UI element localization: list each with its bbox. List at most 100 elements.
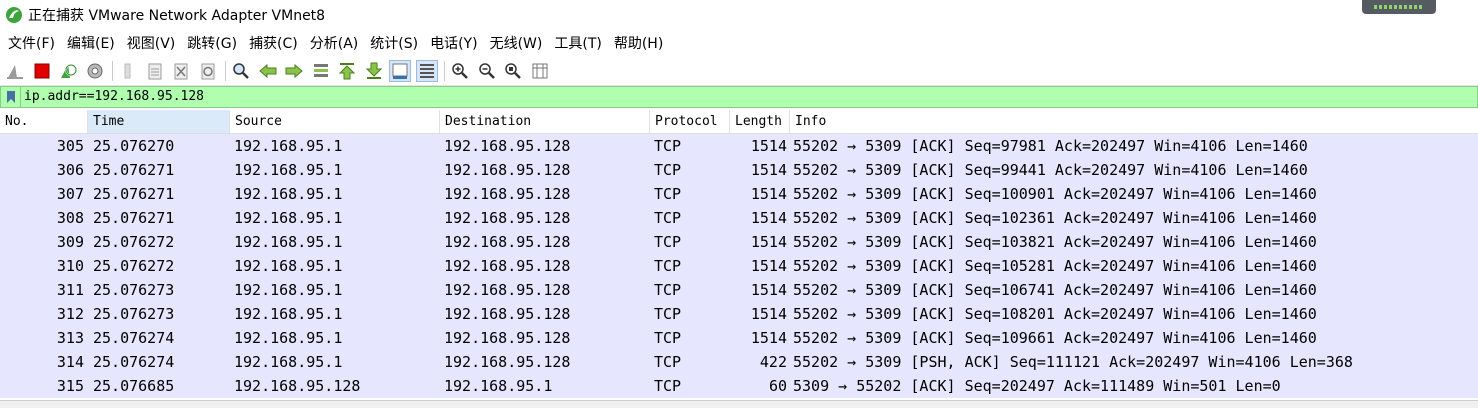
cell-info: 55202 → 5309 [ACK] Seq=108201 Ack=202497… xyxy=(793,305,1317,323)
menu-file[interactable]: 文件(F) xyxy=(2,33,61,53)
cell-protocol: TCP xyxy=(654,329,682,347)
menu-telephony[interactable]: 电话(Y) xyxy=(424,33,483,53)
save-file-button[interactable] xyxy=(144,60,166,82)
display-filter-input[interactable] xyxy=(21,87,1477,107)
cell-protocol: TCP xyxy=(654,137,682,155)
column-header-length[interactable]: Length xyxy=(730,110,790,133)
cell-time: 25.076685 xyxy=(93,377,175,395)
resize-columns-icon xyxy=(532,63,547,78)
cell-time: 25.076271 xyxy=(93,209,175,227)
column-header-info[interactable]: Info xyxy=(790,110,1478,133)
cell-info: 55202 → 5309 [ACK] Seq=109661 Ack=202497… xyxy=(793,329,1317,347)
packet-row[interactable]: 315 25.076685 192.168.95.128 192.168.95.1 TC… xyxy=(0,374,1478,398)
stop-capture-button[interactable] xyxy=(31,60,53,82)
go-back-button[interactable] xyxy=(257,60,279,82)
column-header-destination[interactable]: Destination xyxy=(440,110,650,133)
wireshark-app-icon xyxy=(6,7,22,23)
find-packet-button[interactable] xyxy=(230,60,252,82)
cell-no: 305 xyxy=(56,137,84,155)
column-header-protocol[interactable]: Protocol xyxy=(650,110,730,133)
menu-wireless[interactable]: 无线(W) xyxy=(484,33,549,53)
cell-protocol: TCP xyxy=(654,209,682,227)
options-gear-icon xyxy=(87,63,102,78)
restart-capture-button[interactable] xyxy=(57,60,79,82)
cell-destination: 192.168.95.128 xyxy=(444,209,571,227)
cell-source: 192.168.95.1 xyxy=(234,137,343,155)
zoom-in-button[interactable] xyxy=(449,60,471,82)
packet-row[interactable]: 307 25.076271 192.168.95.1 192.168.95.128 TC… xyxy=(0,182,1478,206)
first-packet-icon xyxy=(338,62,356,79)
column-header-time[interactable]: Time xyxy=(88,110,230,133)
cell-source: 192.168.95.1 xyxy=(234,329,343,347)
packet-row[interactable]: 312 25.076273 192.168.95.1 192.168.95.128 TC… xyxy=(0,302,1478,326)
cell-source: 192.168.95.1 xyxy=(234,209,343,227)
cell-info: 55202 → 5309 [ACK] Seq=97981 Ack=202497 … xyxy=(793,137,1308,155)
packet-row[interactable]: 314 25.076274 192.168.95.1 192.168.95.128 TC… xyxy=(0,350,1478,374)
cell-length: 1514 xyxy=(750,137,787,155)
cell-length: 1514 xyxy=(750,257,787,275)
title-bar: 正在捕获 VMware Network Adapter VMnet8 xyxy=(0,0,1478,30)
go-to-packet-icon xyxy=(313,63,328,77)
menu-go[interactable]: 跳转(G) xyxy=(181,33,243,53)
menu-statistics[interactable]: 统计(S) xyxy=(364,33,424,53)
menu-capture[interactable]: 捕获(C) xyxy=(243,33,304,53)
start-capture-button[interactable] xyxy=(4,60,26,82)
cell-destination: 192.168.95.128 xyxy=(444,329,571,347)
cell-time: 25.076271 xyxy=(93,161,175,179)
toolbar-separator xyxy=(225,60,226,81)
menu-bar: 文件(F) 编辑(E) 视图(V) 跳转(G) 捕获(C) 分析(A) 统计(S… xyxy=(0,30,1478,56)
cell-no: 312 xyxy=(56,305,84,323)
reload-file-button[interactable] xyxy=(197,60,219,82)
cell-source: 192.168.95.1 xyxy=(234,161,343,179)
go-back-icon xyxy=(258,63,276,78)
go-to-packet-button[interactable] xyxy=(310,60,332,82)
packet-row[interactable]: 306 25.076271 192.168.95.1 192.168.95.128 TC… xyxy=(0,158,1478,182)
cell-time: 25.076271 xyxy=(93,185,175,203)
first-packet-button[interactable] xyxy=(336,60,358,82)
menu-help[interactable]: 帮助(H) xyxy=(608,33,669,53)
capture-options-button[interactable] xyxy=(84,60,106,82)
zoom-out-button[interactable] xyxy=(476,60,498,82)
menu-tools[interactable]: 工具(T) xyxy=(548,33,607,53)
cell-length: 1514 xyxy=(750,281,787,299)
pane-splitter[interactable] xyxy=(0,400,1478,408)
cell-destination: 192.168.95.128 xyxy=(444,161,571,179)
menu-view[interactable]: 视图(V) xyxy=(121,33,182,53)
packet-row[interactable]: 310 25.076272 192.168.95.1 192.168.95.128 TC… xyxy=(0,254,1478,278)
zoom-out-icon xyxy=(478,62,495,79)
cell-source: 192.168.95.1 xyxy=(234,353,343,371)
column-header-no[interactable]: No. xyxy=(0,110,88,133)
close-file-button[interactable] xyxy=(170,60,192,82)
cell-source: 192.168.95.1 xyxy=(234,185,343,203)
packet-row[interactable]: 313 25.076274 192.168.95.1 192.168.95.128 TC… xyxy=(0,326,1478,350)
cell-destination: 192.168.95.128 xyxy=(444,281,571,299)
cell-no: 311 xyxy=(56,281,84,299)
cell-length: 1514 xyxy=(750,185,787,203)
packet-row[interactable]: 308 25.076271 192.168.95.1 192.168.95.128 TC… xyxy=(0,206,1478,230)
cell-info: 55202 → 5309 [ACK] Seq=105281 Ack=202497… xyxy=(793,257,1317,275)
resize-columns-button[interactable] xyxy=(529,60,551,82)
cell-protocol: TCP xyxy=(654,257,682,275)
go-forward-button[interactable] xyxy=(283,60,305,82)
packet-row[interactable]: 311 25.076273 192.168.95.1 192.168.95.128 TC… xyxy=(0,278,1478,302)
cell-protocol: TCP xyxy=(654,353,682,371)
packet-row[interactable]: 305 25.076270 192.168.95.1 192.168.95.128 TC… xyxy=(0,134,1478,158)
cell-no: 310 xyxy=(56,257,84,275)
colorize-button[interactable] xyxy=(415,59,438,82)
normal-size-button[interactable] xyxy=(502,60,524,82)
last-packet-button[interactable] xyxy=(363,60,385,82)
menu-edit[interactable]: 编辑(E) xyxy=(61,33,121,53)
toolbar-separator xyxy=(112,60,113,81)
cell-time: 25.076274 xyxy=(93,353,175,371)
autoscroll-button[interactable] xyxy=(389,59,411,82)
cell-info: 55202 → 5309 [ACK] Seq=102361 Ack=202497… xyxy=(793,209,1317,227)
cell-length: 1514 xyxy=(750,233,787,251)
cell-protocol: TCP xyxy=(654,281,682,299)
filter-bookmark-button[interactable] xyxy=(1,87,21,107)
open-file-button[interactable] xyxy=(117,60,139,82)
cell-destination: 192.168.95.128 xyxy=(444,257,571,275)
packet-row[interactable]: 309 25.076272 192.168.95.1 192.168.95.128 TC… xyxy=(0,230,1478,254)
menu-analyze[interactable]: 分析(A) xyxy=(304,33,365,53)
cell-destination: 192.168.95.1 xyxy=(444,377,553,395)
column-header-source[interactable]: Source xyxy=(230,110,440,133)
